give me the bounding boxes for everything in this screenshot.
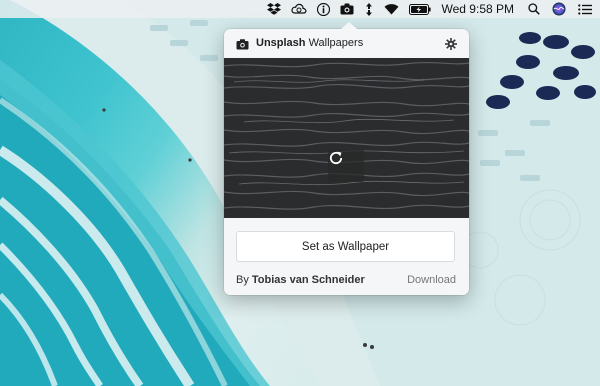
popover-header: Unsplash Wallpapers	[224, 29, 469, 58]
download-link[interactable]: Download	[407, 274, 456, 286]
popover-arrow	[341, 22, 357, 29]
photographer-link[interactable]: Tobias van Schneider	[252, 274, 365, 286]
battery-icon[interactable]	[408, 0, 431, 18]
wallpaper-preview-image	[224, 58, 469, 218]
refresh-button[interactable]	[328, 150, 364, 182]
info-icon[interactable]	[316, 0, 330, 18]
gear-icon[interactable]	[445, 37, 457, 55]
network-arrows-icon[interactable]	[364, 0, 374, 18]
camera-icon[interactable]	[340, 0, 354, 18]
menu-bar: Wed 9:58 PM	[0, 0, 600, 18]
dropbox-icon[interactable]	[266, 0, 281, 18]
menu-bar-clock[interactable]: Wed 9:58 PM	[442, 0, 514, 18]
title-suffix: Wallpapers	[308, 37, 364, 49]
notification-center-icon[interactable]	[578, 0, 592, 18]
credit-prefix: By	[236, 274, 249, 286]
photo-credit: By Tobias van Schneider	[236, 274, 365, 286]
siri-icon[interactable]	[552, 0, 566, 18]
set-as-wallpaper-button[interactable]: Set as Wallpaper	[236, 231, 455, 262]
brand-name: Unsplash	[256, 37, 306, 49]
creative-cloud-icon[interactable]	[290, 0, 307, 18]
spotlight-search-icon[interactable]	[528, 0, 540, 18]
unsplash-popover: Unsplash Wallpapers Set as Wallpaper By …	[224, 22, 469, 295]
camera-icon	[236, 37, 249, 55]
refresh-icon	[329, 151, 343, 165]
popover-title: Unsplash Wallpapers	[256, 37, 363, 49]
wifi-icon[interactable]	[384, 0, 399, 18]
